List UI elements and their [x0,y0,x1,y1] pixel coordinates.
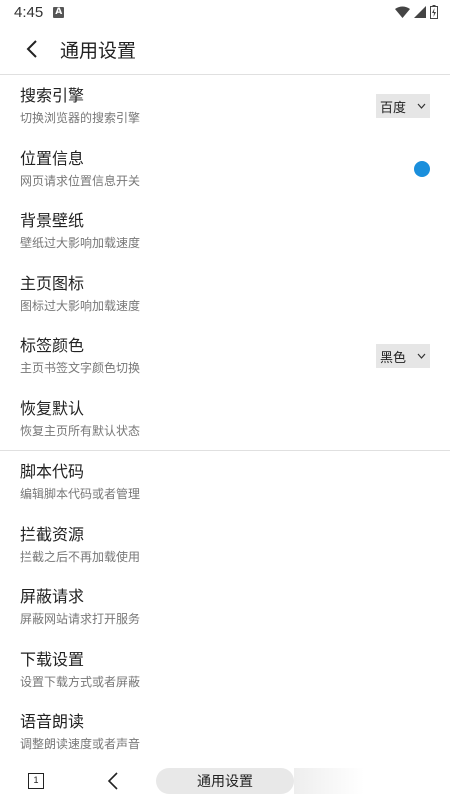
status-left: 4:45 A [14,3,65,21]
nav-back-icon[interactable] [104,771,124,791]
setting-script-code[interactable]: 脚本代码 编辑脚本代码或者管理 [0,451,450,514]
setting-location[interactable]: 位置信息 网页请求位置信息开关 [0,138,450,201]
status-bar: 4:45 A [0,0,450,24]
setting-subtitle: 编辑脚本代码或者管理 [20,487,141,502]
signal-icon [414,6,426,18]
setting-wallpaper[interactable]: 背景壁纸 壁纸过大影响加载速度 [0,200,450,263]
setting-search-engine[interactable]: 搜索引擎 切换浏览器的搜索引擎 百度 [0,75,450,138]
location-toggle[interactable] [414,160,430,177]
app-header: 通用设置 [0,24,450,75]
setting-block-requests[interactable]: 屏蔽请求 屏蔽网站请求打开服务 [0,576,450,639]
setting-subtitle: 屏蔽网站请求打开服务 [20,612,141,627]
setting-subtitle: 拦截之后不再加载使用 [20,549,141,564]
address-text: 通用设置 [197,774,253,790]
chevron-down-icon [417,103,426,110]
setting-title: 屏蔽请求 [20,587,85,607]
settings-list: 搜索引擎 切换浏览器的搜索引擎 百度 位置信息 网页请求位置信息开关 背景壁纸 … [0,75,450,764]
setting-subtitle: 图标过大影响加载速度 [20,298,141,313]
tabs-button[interactable]: 1 [28,773,44,789]
setting-title: 主页图标 [20,273,85,293]
setting-title: 拦截资源 [20,524,85,544]
notification-icon: A [53,6,65,18]
setting-subtitle: 恢复主页所有默认状态 [20,423,141,438]
chevron-down-icon [417,353,426,360]
setting-label-color[interactable]: 标签颜色 主页书签文字颜色切换 黑色 [0,325,450,388]
search-engine-select[interactable]: 百度 [376,94,430,119]
page-title: 通用设置 [60,39,137,62]
back-button[interactable] [12,29,52,69]
address-bar-fade [294,768,364,794]
setting-title: 脚本代码 [20,462,85,482]
setting-subtitle: 网页请求位置信息开关 [20,173,141,188]
label-color-select[interactable]: 黑色 [376,344,430,369]
setting-subtitle: 调整朗读速度或者声音 [20,737,141,752]
setting-home-icon[interactable]: 主页图标 图标过大影响加载速度 [0,263,450,326]
status-right [395,5,438,19]
battery-icon [430,5,438,19]
setting-title: 背景壁纸 [20,211,85,231]
setting-title: 位置信息 [20,148,85,168]
setting-download[interactable]: 下载设置 设置下载方式或者屏蔽 [0,639,450,702]
setting-block-resources[interactable]: 拦截资源 拦截之后不再加载使用 [0,514,450,577]
setting-subtitle: 设置下载方式或者屏蔽 [20,674,141,689]
setting-title: 语音朗读 [20,712,85,732]
wifi-icon [395,6,410,18]
setting-title: 恢复默认 [20,398,85,418]
status-time: 4:45 [14,3,44,21]
chevron-left-icon [26,40,37,58]
address-bar[interactable]: 通用设置 [156,768,294,794]
bottom-toolbar: 1 通用设置 [0,754,450,800]
setting-subtitle: 壁纸过大影响加载速度 [20,236,141,251]
setting-restore-default[interactable]: 恢复默认 恢复主页所有默认状态 [0,388,450,451]
setting-title: 下载设置 [20,649,85,669]
select-value: 黑色 [380,350,407,366]
select-value: 百度 [380,100,407,116]
